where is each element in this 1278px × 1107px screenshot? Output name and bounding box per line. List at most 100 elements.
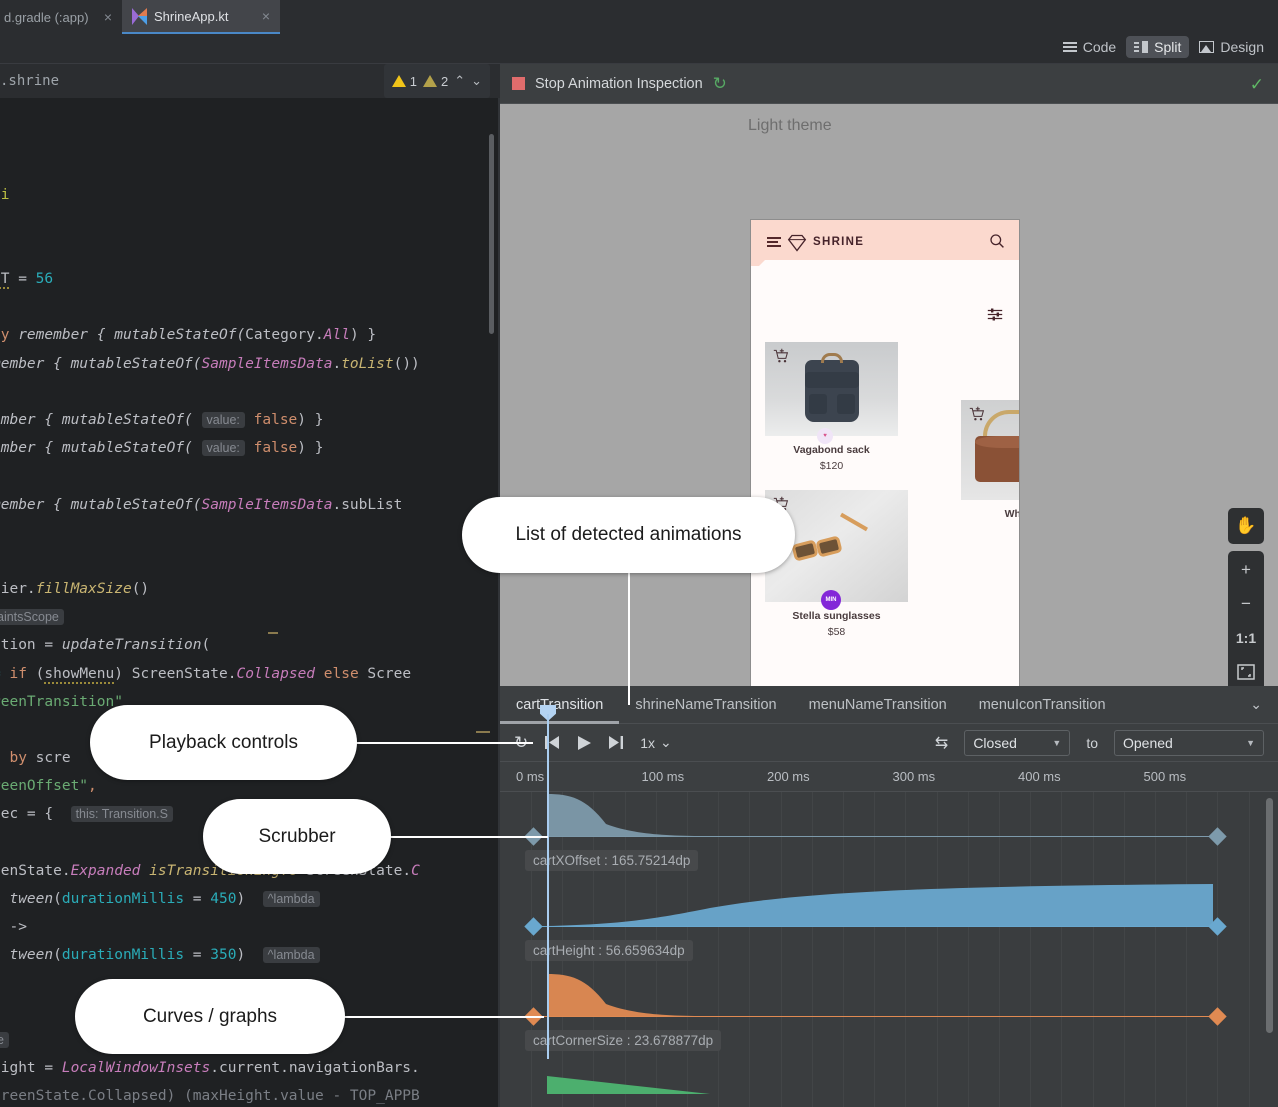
warning-count-1[interactable]: 1 (392, 74, 417, 89)
ruler-tick: 100 ms (642, 769, 685, 784)
callout-text: Playback controls (149, 732, 298, 754)
preview-title: Light theme (748, 117, 832, 135)
callout-leader (390, 836, 548, 838)
chevron-up-icon[interactable]: ⌃ (454, 73, 465, 89)
preview-canvas[interactable]: Light theme SHRINE (500, 104, 1278, 702)
animated-property-row[interactable]: cartCornerSize : 23.678877dp (500, 972, 1278, 1062)
mode-code[interactable]: Code (1055, 36, 1124, 58)
animation-curves[interactable]: cartXOffset : 165.75214dp cartHeight : 56… (500, 792, 1278, 1107)
product-card[interactable]: Whit (961, 400, 1020, 520)
refresh-icon[interactable]: ↻ (713, 74, 727, 94)
mode-label: Design (1220, 39, 1264, 55)
ruler-tick: 500 ms (1144, 769, 1187, 784)
close-icon[interactable]: × (104, 9, 112, 25)
warning-count-2[interactable]: 2 (423, 74, 448, 89)
stop-animation-inspection-button[interactable]: Stop Animation Inspection (535, 76, 703, 92)
animation-tab-0[interactable]: cartTransition (500, 686, 619, 724)
code-line: by remember { mutableStateOf(Category.Al… (0, 326, 376, 344)
animated-property-row[interactable]: cartXOffset : 165.75214dp (500, 792, 1278, 882)
scrubber-line[interactable] (547, 714, 549, 1059)
kotlin-file-icon (132, 8, 147, 25)
code-icon (1063, 42, 1077, 53)
code-line: pec = { this: Transition.S (0, 805, 173, 823)
chevron-down-icon[interactable]: ⌄ (1234, 696, 1278, 713)
from-state-value: Closed (973, 735, 1017, 751)
animated-property-row[interactable] (500, 1050, 1278, 1107)
close-icon[interactable]: × (262, 8, 270, 24)
fold-marker (476, 731, 490, 733)
product-card[interactable]: ♥ Vagabond sack $120 (765, 342, 898, 472)
to-label: to (1086, 735, 1098, 751)
animation-tab-list: cartTransitionshrineNameTransitionmenuNa… (500, 686, 1278, 724)
jump-to-end-button[interactable] (608, 735, 624, 750)
chevron-down-icon[interactable]: ⌄ (471, 73, 482, 89)
callout-leader (355, 742, 533, 744)
product-name: Vagabond sack (765, 444, 898, 456)
mode-design[interactable]: Design (1191, 36, 1272, 58)
editor-mode-bar: Code Split Design (0, 34, 1278, 64)
animated-property-row[interactable]: cartHeight : 56.659634dp (500, 882, 1278, 972)
tab-build-gradle[interactable]: d.gradle (:app) × (0, 0, 122, 34)
stop-icon[interactable] (512, 77, 525, 90)
editor-scrollbar[interactable] (489, 134, 494, 334)
callout-playback-controls: Playback controls (90, 705, 357, 780)
to-state-value: Opened (1123, 735, 1173, 751)
code-line: member { mutableStateOf(SampleItemsData.… (0, 355, 420, 373)
zoom-in-icon[interactable]: + (1228, 553, 1264, 587)
zoom-fit-icon[interactable] (1228, 655, 1264, 689)
from-state-select[interactable]: Closed ▼ (964, 730, 1070, 756)
code-line: HT = 56 (0, 270, 53, 288)
code-line: e (0, 1031, 9, 1049)
weak-warning-triangle-icon (423, 75, 437, 87)
breadcrumb[interactable]: .shrine (0, 73, 59, 89)
code-line: = if (showMenu) ScreenState.Collapsed el… (0, 665, 411, 683)
search-icon[interactable] (989, 233, 1005, 249)
preview-toolbar: Stop Animation Inspection ↻ ✓ (500, 64, 1278, 104)
hamburger-icon[interactable] (767, 237, 781, 247)
code-line: creenState.Collapsed) (maxHeight.value -… (0, 1087, 420, 1105)
zoom-actual-icon[interactable]: 1:1 (1228, 621, 1264, 655)
tab-label: d.gradle (:app) (4, 10, 89, 25)
code-line: ember { mutableStateOf( value: false) } (0, 411, 323, 429)
ruler-tick: 0 ms (516, 769, 544, 784)
mode-split[interactable]: Split (1126, 36, 1189, 58)
swap-states-icon[interactable]: ⇆ (935, 733, 948, 753)
animation-tab-2[interactable]: menuNameTransition (793, 686, 963, 724)
animation-tab-1[interactable]: shrineNameTransition (619, 686, 792, 724)
timeline-ruler[interactable]: 0 ms100 ms200 ms300 ms400 ms500 ms (500, 762, 1278, 792)
callout-text: Curves / graphs (143, 1006, 277, 1028)
playback-controls: ↻ 1x ⌄ ⇆ Closed ▼ to Opened ▼ (500, 724, 1278, 762)
code-line: t by scre (0, 749, 71, 767)
add-to-cart-icon[interactable] (969, 406, 985, 422)
property-value-label: cartXOffset : 165.75214dp (525, 850, 698, 871)
diamond-logo-icon (787, 233, 807, 253)
zoom-out-icon[interactable]: − (1228, 587, 1264, 621)
editor-tab-strip: d.gradle (:app) × ShrineApp.kt × (0, 0, 1278, 34)
device-preview[interactable]: SHRINE (750, 219, 1020, 761)
callout-animation-list: List of detected animations (462, 497, 795, 573)
tab-shrineapp-kt[interactable]: ShrineApp.kt × (122, 0, 280, 34)
code-line: e -> (0, 918, 27, 936)
callout-text: Scrubber (258, 826, 335, 848)
status-badge: MIN (821, 590, 841, 610)
add-to-cart-icon[interactable] (773, 348, 789, 364)
tune-filter-icon[interactable] (987, 308, 1003, 321)
chevron-down-icon: ⌄ (660, 734, 672, 751)
curves-scrollbar[interactable] (1266, 798, 1273, 1033)
badge-label: MIN (826, 597, 837, 603)
code-line: ember { mutableStateOf( value: false) } (0, 439, 323, 457)
to-state-select[interactable]: Opened ▼ (1114, 730, 1264, 756)
callout-curves: Curves / graphs (75, 979, 345, 1054)
animation-tab-3[interactable]: menuIconTransition (963, 686, 1122, 724)
code-editor[interactable]: piHT = 56by remember { mutableStateOf(Ca… (0, 98, 500, 1107)
speed-selector[interactable]: 1x ⌄ (640, 734, 672, 751)
canvas-tool-palette: ✋ + − 1:1 (1228, 508, 1264, 691)
code-line: tween(durationMillis = 350) ^lambda (0, 946, 320, 964)
code-line: eight = LocalWindowInsets.current.naviga… (0, 1059, 420, 1077)
play-button[interactable] (576, 735, 592, 751)
pan-hand-icon[interactable]: ✋ (1228, 508, 1264, 544)
speed-label: 1x (640, 735, 655, 751)
product-name: Whit (961, 508, 1020, 520)
tab-label: ShrineApp.kt (154, 9, 228, 24)
checkmark-icon: ✓ (1250, 75, 1264, 95)
